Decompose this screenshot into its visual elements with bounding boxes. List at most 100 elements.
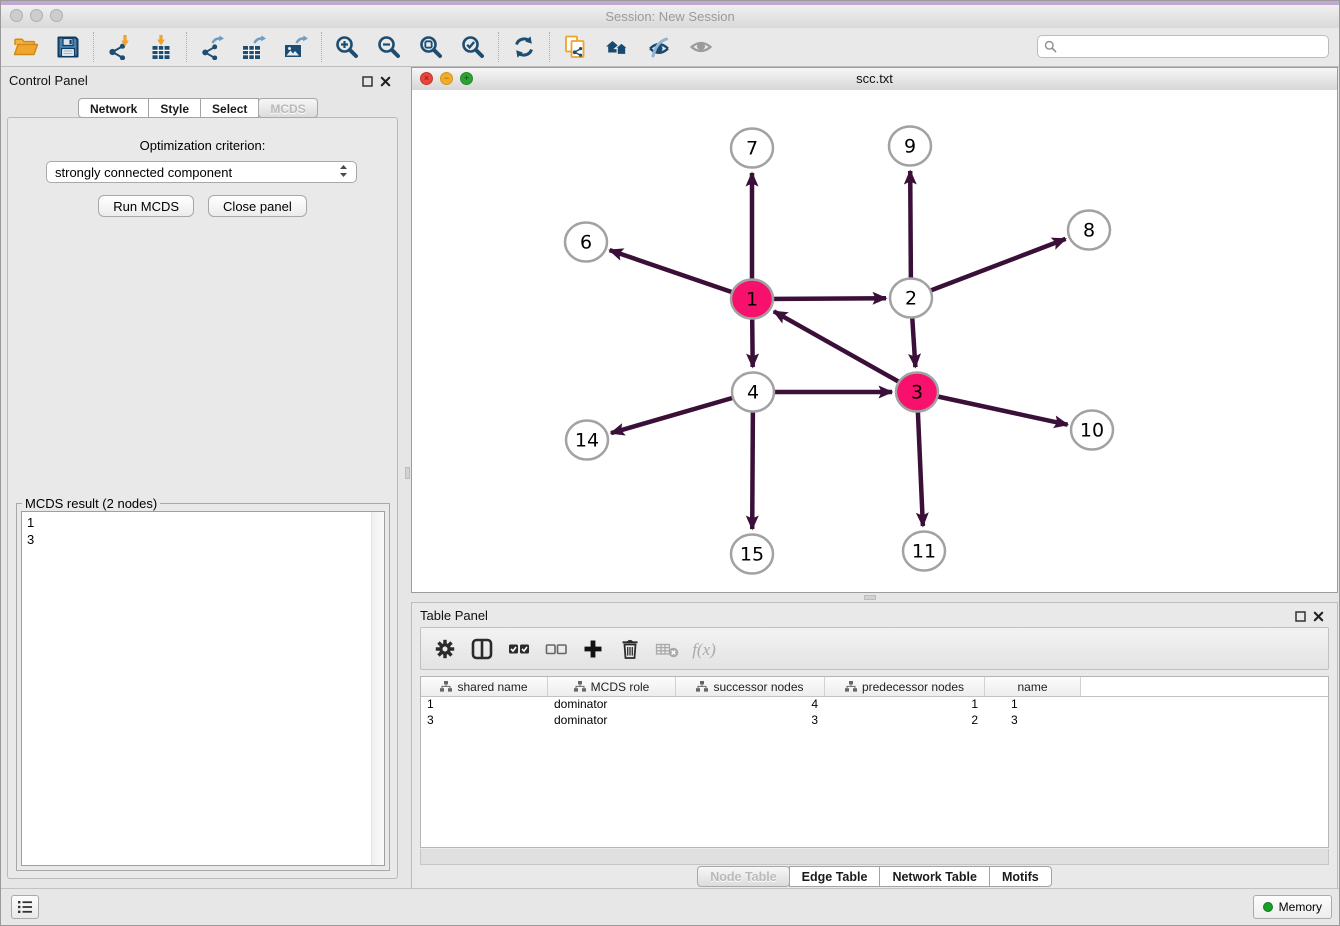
vertical-splitter-handle[interactable] (405, 467, 410, 479)
horizontal-splitter[interactable] (411, 593, 1338, 602)
column-header-name[interactable]: name (985, 677, 1081, 696)
table-toolbar: f(x) (420, 627, 1329, 670)
column-header-shared-name[interactable]: shared name (421, 677, 548, 696)
column-header-predecessor-nodes[interactable]: predecessor nodes (825, 677, 985, 696)
criterion-dropdown[interactable]: strongly connected component (46, 161, 357, 183)
zoom-selected-icon (460, 34, 486, 60)
zoom-in-button[interactable] (326, 30, 368, 64)
graph-node-4[interactable]: 4 (732, 373, 774, 412)
graph-node-2[interactable]: 2 (890, 279, 932, 318)
table-cell[interactable]: 4 (676, 697, 825, 713)
network-canvas-area[interactable]: 7 9 6 8 1 2 4 3 14 10 15 11 (412, 90, 1337, 592)
graph-node-6[interactable]: 6 (565, 223, 607, 262)
graph-node-11[interactable]: 11 (903, 532, 945, 571)
column-header-MCDS-role[interactable]: MCDS role (548, 677, 676, 696)
float-panel-icon[interactable] (360, 74, 374, 88)
open-session-button[interactable] (5, 30, 47, 64)
graph-node-label: 11 (912, 541, 936, 563)
table-cell[interactable]: dominator (548, 697, 676, 713)
table-settings-gear-button[interactable] (431, 635, 459, 663)
table-row[interactable]: 3dominator323 (421, 713, 1328, 729)
table-panel-close-icon[interactable] (1311, 609, 1325, 623)
graph-node-14[interactable]: 14 (566, 421, 608, 460)
export-network-button[interactable] (191, 30, 233, 64)
export-table-button[interactable] (233, 30, 275, 64)
table-cell[interactable]: 3 (421, 713, 548, 729)
run-mcds-button[interactable]: Run MCDS (98, 195, 194, 217)
create-column-button[interactable] (579, 635, 607, 663)
status-bar: Memory (1, 888, 1339, 925)
close-panel-icon[interactable] (378, 74, 392, 88)
tab-node-table[interactable]: Node Table (697, 866, 789, 887)
toggle-panel-split-button[interactable] (468, 635, 496, 663)
memory-status-dot (1263, 902, 1273, 912)
graph-edge-2-8[interactable] (911, 239, 1066, 298)
table-footer-strip (420, 849, 1329, 865)
delete-table-button (653, 635, 681, 663)
graph-node-9[interactable]: 9 (889, 127, 931, 166)
zoom-out-button[interactable] (368, 30, 410, 64)
table-cell[interactable]: 1 (825, 697, 985, 713)
zoom-selected-button[interactable] (452, 30, 494, 64)
column-header-successor-nodes[interactable]: successor nodes (676, 677, 825, 696)
network-maximize-button[interactable]: + (460, 72, 473, 85)
table-panel-float-icon[interactable] (1293, 609, 1307, 623)
new-network-from-selection-button[interactable] (554, 30, 596, 64)
svg-text:f(x): f(x) (692, 640, 716, 659)
show-all-columns-button[interactable] (505, 635, 533, 663)
network-close-button[interactable]: × (420, 72, 433, 85)
tab-edge-table[interactable]: Edge Table (789, 866, 881, 887)
horizontal-splitter-handle[interactable] (864, 595, 876, 600)
network-view-titlebar: × − + scc.txt (412, 68, 1337, 91)
tab-mcds[interactable]: MCDS (258, 98, 317, 118)
search-box[interactable] (1037, 35, 1329, 58)
table-cell[interactable]: 1 (985, 697, 1081, 713)
table-cell[interactable]: 1 (421, 697, 548, 713)
close-panel-button[interactable]: Close panel (208, 195, 307, 217)
tab-style[interactable]: Style (148, 98, 201, 118)
graph-node-7[interactable]: 7 (731, 129, 773, 168)
graph-edge-3-10[interactable] (917, 392, 1068, 425)
import-network-button[interactable] (98, 30, 140, 64)
show-hide-panels-button[interactable] (596, 30, 638, 64)
graph-node-1[interactable]: 1 (731, 280, 773, 319)
graph-node-10[interactable]: 10 (1071, 411, 1113, 450)
column-source-icon (696, 681, 708, 692)
tab-network[interactable]: Network (78, 98, 149, 118)
toolbar-separator (93, 32, 94, 62)
import-table-button[interactable] (140, 30, 182, 64)
tab-select[interactable]: Select (200, 98, 259, 118)
network-graph[interactable]: 7 9 6 8 1 2 4 3 14 10 15 11 (412, 90, 1337, 592)
mcds-result-group-title: MCDS result (2 nodes) (22, 496, 160, 511)
delete-columns-button[interactable] (616, 635, 644, 663)
table-panel-tabs: Node TableEdge TableNetwork TableMotifs (412, 866, 1337, 887)
mcds-result-text[interactable]: 1 3 (21, 511, 385, 866)
save-session-button[interactable] (47, 30, 89, 64)
zoom-fit-content-button[interactable] (410, 30, 452, 64)
mcds-result-scrollbar[interactable] (371, 512, 384, 865)
graph-edge-3-1[interactable] (774, 311, 917, 392)
table-cell[interactable]: dominator (548, 713, 676, 729)
vertical-splitter[interactable] (404, 67, 411, 889)
table-cell[interactable]: 3 (676, 713, 825, 729)
network-minimize-button[interactable]: − (440, 72, 453, 85)
hide-all-columns-button[interactable] (542, 635, 570, 663)
table-cell[interactable]: 3 (985, 713, 1081, 729)
birdseye-view-button (680, 30, 722, 64)
apply-preferred-layout-button[interactable] (503, 30, 545, 64)
graph-node-3[interactable]: 3 (896, 373, 938, 412)
table-row[interactable]: 1dominator411 (421, 697, 1328, 713)
show-hide-graphics-details-button[interactable] (638, 30, 680, 64)
export-image-button[interactable] (275, 30, 317, 64)
tab-motifs[interactable]: Motifs (989, 866, 1052, 887)
delete-columns-icon (617, 636, 643, 662)
graph-node-label: 1 (746, 289, 758, 311)
graph-node-15[interactable]: 15 (731, 535, 773, 574)
search-input[interactable] (1061, 39, 1322, 55)
graph-node-8[interactable]: 8 (1068, 211, 1110, 250)
tab-network-table[interactable]: Network Table (879, 866, 990, 887)
task-history-button[interactable] (11, 895, 39, 919)
memory-button[interactable]: Memory (1253, 895, 1332, 919)
graph-edge-1-6[interactable] (610, 250, 752, 299)
table-cell[interactable]: 2 (825, 713, 985, 729)
